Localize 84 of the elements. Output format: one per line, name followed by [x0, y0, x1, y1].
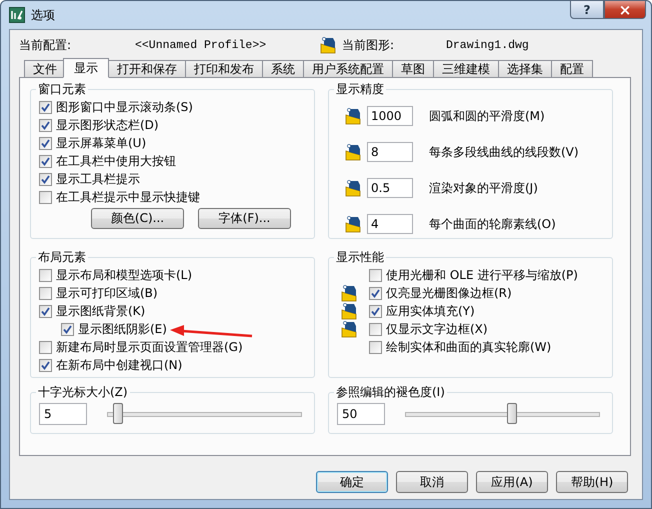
group-title: 显示性能 — [335, 249, 385, 266]
option-label: 在新布局中创建视口(N) — [56, 356, 182, 374]
dialog-button[interactable]: 帮助(H) — [556, 471, 628, 493]
checkbox[interactable] — [39, 268, 52, 282]
option-label: 在工具栏中使用大按钮 — [56, 152, 176, 170]
option-label: 新建布局时显示页面设置管理器(G) — [56, 338, 243, 356]
checkbox[interactable] — [39, 118, 52, 132]
number-field[interactable]: 0.5 — [367, 178, 413, 198]
checkbox[interactable] — [39, 190, 52, 204]
option-label: 图形窗口中显示滚动条(S) — [56, 98, 193, 116]
checkbox[interactable] — [369, 268, 382, 282]
drawing-file-icon — [345, 215, 361, 233]
group-title: 参照编辑的褪色度(I) — [335, 384, 446, 401]
tab[interactable]: 三维建模 — [433, 60, 499, 77]
checkbox[interactable] — [39, 100, 52, 114]
option-label: 使用光栅和 OLE 进行平移与缩放(P) — [386, 266, 578, 284]
tab[interactable]: 选择集 — [498, 60, 552, 77]
profile-label: 当前配置: — [19, 36, 72, 54]
app-icon — [9, 7, 25, 23]
number-field[interactable]: 8 — [367, 142, 413, 162]
tab[interactable]: 打开和保存 — [108, 60, 186, 77]
drawing-file-icon — [345, 179, 361, 197]
number-field[interactable]: 1000 — [367, 106, 413, 126]
checkbox[interactable] — [369, 340, 382, 354]
checkbox[interactable] — [39, 154, 52, 168]
checkbox[interactable] — [39, 286, 52, 300]
setting-label: 每个曲面的轮廓素线(O) — [429, 216, 556, 232]
group-title: 十字光标大小(Z) — [37, 384, 129, 401]
drawing-file-icon — [320, 36, 336, 54]
group-title: 布局元素 — [37, 249, 87, 266]
drawing-file-icon — [345, 107, 361, 125]
tab[interactable]: 用户系统配置 — [303, 60, 393, 77]
close-button[interactable]: × — [604, 0, 646, 19]
option-label: 显示屏幕菜单(U) — [56, 134, 146, 152]
option-label: 显示图纸背景(K) — [56, 302, 146, 320]
tab[interactable]: 显示 — [63, 58, 109, 78]
checkbox[interactable] — [369, 304, 382, 318]
dialog-button[interactable]: 字体(F)... — [198, 208, 291, 229]
setting-label: 每条多段线曲线的线段数(V) — [429, 144, 579, 160]
drawing-file-icon — [341, 302, 357, 320]
slider-thumb[interactable] — [507, 402, 518, 424]
option-label: 仅显示文字边框(X) — [386, 320, 488, 338]
tab[interactable]: 配置 — [551, 60, 593, 77]
drawing-file-icon — [341, 320, 357, 338]
dialog-button[interactable]: 取消 — [396, 471, 468, 493]
checkbox[interactable] — [39, 358, 52, 372]
drawing-file-icon — [345, 143, 361, 161]
tab[interactable]: 文件 — [24, 60, 66, 77]
option-label: 仅亮显光栅图像边框(R) — [386, 284, 512, 302]
checkbox[interactable] — [39, 172, 52, 186]
dialog-button[interactable]: 应用(A) — [476, 471, 548, 493]
option-label: 在工具栏提示中显示快捷键 — [56, 188, 200, 206]
checkbox[interactable] — [61, 322, 74, 336]
checkbox[interactable] — [39, 304, 52, 318]
group-title: 显示精度 — [335, 81, 385, 98]
number-field[interactable]: 4 — [367, 214, 413, 234]
dialog-button[interactable]: 确定 — [316, 471, 388, 493]
drawing-name: Drawing1.dwg — [446, 38, 530, 52]
profile-name: <<Unnamed Profile>> — [135, 38, 268, 52]
group-title: 窗口元素 — [37, 81, 87, 98]
option-label: 显示布局和模型选项卡(L) — [56, 266, 192, 284]
checkbox[interactable] — [369, 322, 382, 336]
window-title: 选项 — [31, 6, 55, 24]
setting-label: 圆弧和圆的平滑度(M) — [429, 108, 545, 124]
tab[interactable]: 系统 — [262, 60, 304, 77]
value-field[interactable]: 50 — [337, 403, 385, 425]
tab[interactable]: 草图 — [392, 60, 434, 77]
help-button[interactable]: ? — [570, 0, 604, 19]
tab[interactable]: 打印和发布 — [185, 60, 263, 77]
checkbox[interactable] — [369, 286, 382, 300]
option-label: 绘制实体和曲面的真实轮廓(W) — [386, 338, 552, 356]
option-label: 显示图纸阴影(E) — [78, 320, 167, 338]
drawing-label: 当前图形: — [342, 36, 396, 54]
slider-thumb[interactable] — [112, 402, 123, 424]
checkbox[interactable] — [39, 340, 52, 354]
option-label: 显示可打印区域(B) — [56, 284, 158, 302]
option-label: 显示工具栏提示 — [56, 170, 140, 188]
setting-label: 渲染对象的平滑度(J) — [429, 180, 538, 196]
option-label: 显示图形状态栏(D) — [56, 116, 159, 134]
option-label: 应用实体填充(Y) — [386, 302, 475, 320]
dialog-button[interactable]: 颜色(C)... — [91, 208, 184, 229]
checkbox[interactable] — [39, 136, 52, 150]
value-field[interactable]: 5 — [39, 403, 87, 425]
drawing-file-icon — [341, 284, 357, 302]
